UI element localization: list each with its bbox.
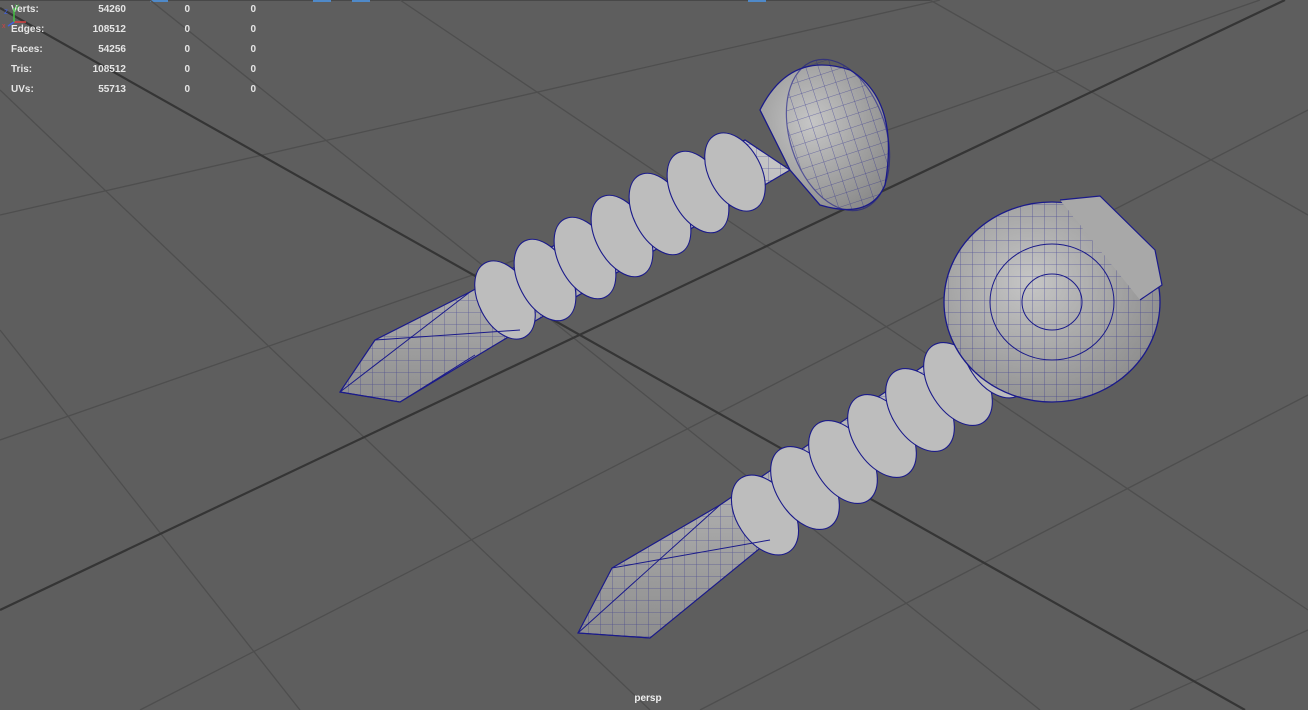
hud-label: Faces:	[11, 44, 43, 55]
hud-value: 0	[250, 84, 256, 95]
hud-value: 108512	[92, 64, 126, 75]
hud-value: 55713	[98, 84, 126, 95]
hud-value: 0	[184, 64, 190, 75]
3d-viewport[interactable]: Verts: 54260 0 0 Edges: 108512 0 0 Faces…	[0, 0, 1308, 710]
hud-row-faces: Faces: 54256 0 0	[0, 40, 270, 60]
hud-value: 0	[184, 4, 190, 15]
view-axis-icon: y z x	[2, 2, 26, 30]
hud-value: 0	[184, 44, 190, 55]
axis-z-label: z	[4, 7, 8, 16]
hud-value: 54260	[98, 4, 126, 15]
hud-value: 54256	[98, 44, 126, 55]
hud-value: 0	[184, 84, 190, 95]
hud-label: Tris:	[11, 64, 33, 75]
heads-up-display: Verts: 54260 0 0 Edges: 108512 0 0 Faces…	[0, 0, 270, 100]
axis-y-label: y	[15, 2, 19, 11]
hud-value: 0	[250, 24, 256, 35]
hud-row-tris: Tris: 108512 0 0	[0, 60, 270, 80]
hud-value: 0	[184, 24, 190, 35]
hud-row-edges: Edges: 108512 0 0	[0, 20, 270, 40]
hud-value: 0	[250, 44, 256, 55]
hud-row-uvs: UVs: 55713 0 0	[0, 80, 270, 100]
countersunk-screw-mesh[interactable]	[338, 46, 908, 403]
hud-row-verts: Verts: 54260 0 0	[0, 0, 270, 20]
hud-value: 0	[250, 64, 256, 75]
hud-value: 108512	[92, 24, 126, 35]
hud-label: UVs:	[11, 84, 34, 95]
hex-washer-screw-mesh[interactable]	[577, 195, 1163, 639]
scene-canvas[interactable]	[0, 0, 1308, 710]
camera-name-label: persp	[634, 693, 662, 704]
axis-x-label: x	[2, 23, 6, 30]
hud-value: 0	[250, 4, 256, 15]
